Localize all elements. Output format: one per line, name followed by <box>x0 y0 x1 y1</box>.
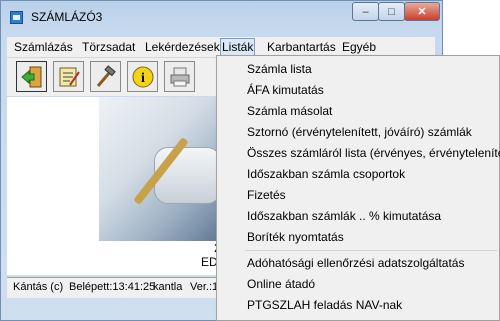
menu-egyeb[interactable]: Egyéb <box>341 39 377 55</box>
menu-item-adohatosagi-adatszolgaltatas[interactable]: Adóhatósági ellenőrzési adatszolgáltatás <box>247 256 464 270</box>
info-icon: i <box>132 66 153 87</box>
tools-icon <box>96 64 116 87</box>
minimize-button[interactable]: – <box>352 2 379 21</box>
minimize-icon: – <box>362 5 369 18</box>
menu-item-boritek-nyomtatas[interactable]: Boríték nyomtatás <box>247 230 344 244</box>
menu-torzsadat[interactable]: Törzsadat <box>81 39 136 55</box>
maximize-icon: □ <box>388 5 395 18</box>
close-button[interactable]: ✕ <box>404 2 440 21</box>
print-button[interactable] <box>164 61 195 92</box>
menu-item-afa-kimutatas[interactable]: ÁFA kimutatás <box>247 83 324 97</box>
status-login: Belépett:13:41:25 <box>69 281 156 293</box>
printer-icon <box>170 67 189 86</box>
menu-listak[interactable]: Listák <box>220 38 256 56</box>
window-title: SZÁMLÁZÓ3 <box>31 10 103 24</box>
menu-karbantartas[interactable]: Karbantartás <box>266 39 337 55</box>
menu-item-idoszak-csoportok[interactable]: Időszakban számla csoportok <box>247 167 405 181</box>
status-user: kantla <box>153 281 183 293</box>
menu-item-szamla-lista[interactable]: Számla lista <box>247 62 312 76</box>
close-icon: ✕ <box>417 6 427 18</box>
exit-door-icon <box>20 66 41 87</box>
menu-item-osszes-szamla-lista[interactable]: Összes számláról lista (érvényes, érvény… <box>247 146 500 160</box>
photo-device <box>154 147 221 204</box>
status-author: Kántás (c) <box>13 281 64 293</box>
exit-button[interactable] <box>16 61 47 92</box>
menu-lekerdezesek[interactable]: Lekérdezések <box>144 39 221 55</box>
menu-item-szamla-masolat[interactable]: Számla másolat <box>247 104 332 118</box>
background-photo <box>99 97 225 241</box>
document-edit-icon <box>59 67 80 86</box>
title-bar[interactable]: SZÁMLÁZÓ3 – □ ✕ <box>1 1 442 33</box>
maximize-button[interactable]: □ <box>378 2 405 21</box>
menu-szamlazas[interactable]: Számlázás <box>13 39 74 55</box>
menu-item-idoszak-kimutatas[interactable]: Időszakban számlák .. % kimutatása <box>247 209 441 223</box>
menu-item-online-atado[interactable]: Online átadó <box>247 277 315 291</box>
menu-item-sztorno-szamlak[interactable]: Sztornó (érvénytelenített, jóváíró) szám… <box>247 125 472 139</box>
app-icon <box>10 11 23 24</box>
menu-item-ptgszlah-feladas[interactable]: PTGSZLAH feladás NAV-nak <box>247 298 402 312</box>
document-edit-button[interactable] <box>53 61 84 92</box>
menu-separator <box>245 250 497 251</box>
listak-dropdown-menu: Számla lista ÁFA kimutatás Számla másola… <box>216 55 500 321</box>
tools-button[interactable] <box>90 61 121 92</box>
svg-text:i: i <box>141 71 145 86</box>
info-button[interactable]: i <box>127 61 158 92</box>
menu-item-fizetes[interactable]: Fizetés <box>247 188 286 202</box>
